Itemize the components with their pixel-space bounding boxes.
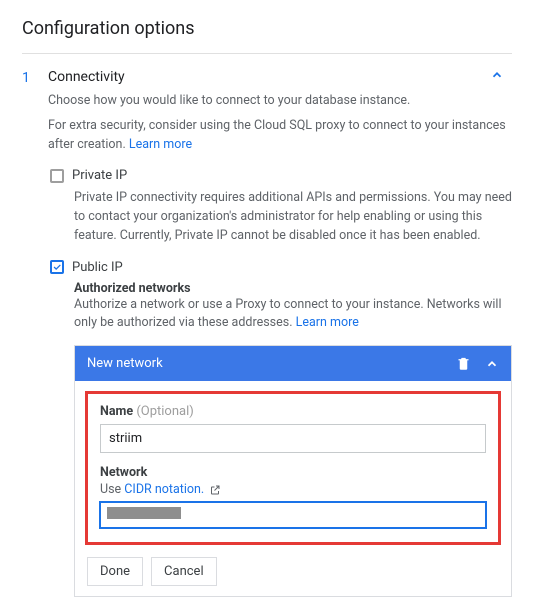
- card-header: New network: [75, 346, 511, 381]
- authorized-networks-desc: Authorize a network or use a Proxy to co…: [74, 296, 512, 334]
- delete-icon[interactable]: [456, 356, 471, 371]
- section-desc-1: Choose how you would like to connect to …: [48, 92, 512, 111]
- name-optional-label: (Optional): [136, 404, 193, 419]
- step-number: 1: [22, 68, 48, 597]
- section-title: Connectivity: [48, 69, 125, 85]
- public-ip-option: Public IP Authorized networks Authorize …: [48, 260, 512, 598]
- page-title: Configuration options: [22, 18, 512, 39]
- card-title: New network: [87, 356, 442, 371]
- done-button[interactable]: Done: [87, 557, 143, 586]
- private-ip-label: Private IP: [72, 168, 127, 183]
- network-field-label: Network: [100, 465, 486, 480]
- section-desc-2: For extra security, consider using the C…: [48, 117, 512, 155]
- network-input[interactable]: [100, 502, 486, 528]
- external-link-icon: [209, 484, 221, 496]
- learn-more-link[interactable]: Learn more: [129, 137, 192, 152]
- network-hint: Use CIDR notation.: [100, 482, 486, 497]
- card-collapse-icon[interactable]: [485, 357, 499, 371]
- name-field-label: Name: [100, 404, 133, 419]
- private-ip-checkbox[interactable]: [50, 169, 64, 183]
- redacted-value: [107, 507, 181, 519]
- connectivity-section: 1 Connectivity Choose how you would like…: [22, 53, 512, 597]
- highlight-frame: Name (Optional) Network Use CIDR notatio…: [85, 391, 501, 545]
- new-network-card: New network Name (Optional): [74, 345, 512, 597]
- collapse-icon[interactable]: [490, 68, 512, 86]
- private-ip-desc: Private IP connectivity requires additio…: [74, 189, 512, 245]
- public-ip-checkbox[interactable]: [50, 260, 64, 274]
- public-ip-label: Public IP: [72, 260, 123, 275]
- authorized-networks-heading: Authorized networks: [74, 281, 512, 296]
- auth-learn-more-link[interactable]: Learn more: [296, 315, 359, 330]
- name-input[interactable]: [100, 424, 486, 453]
- cidr-link[interactable]: CIDR notation.: [124, 482, 204, 497]
- cancel-button[interactable]: Cancel: [151, 557, 217, 586]
- private-ip-option: Private IP Private IP connectivity requi…: [48, 168, 512, 245]
